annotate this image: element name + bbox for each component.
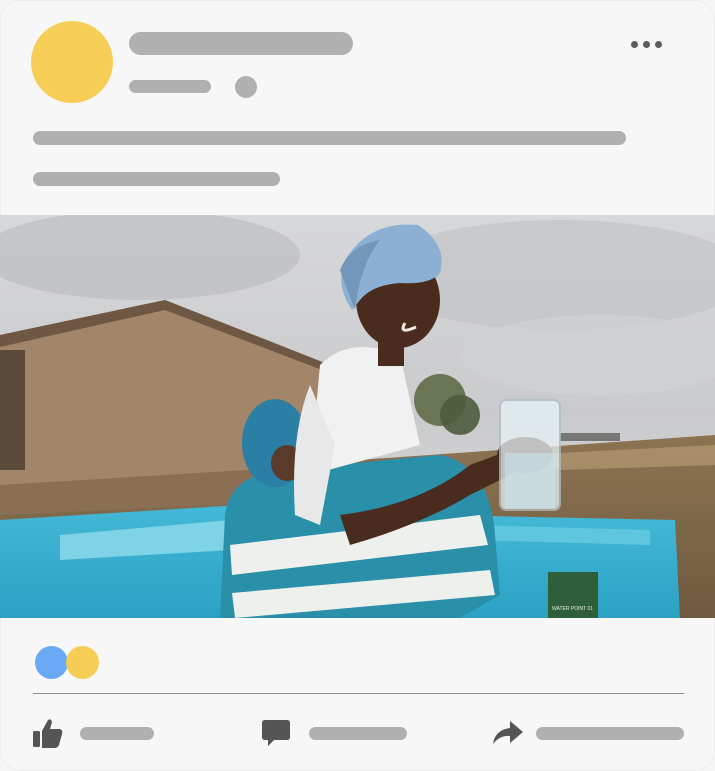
comment-label-placeholder (309, 726, 407, 740)
post-time-placeholder[interactable] (129, 80, 211, 93)
reaction-yellow-icon (66, 646, 99, 679)
like-label-placeholder (80, 726, 154, 740)
author-name-placeholder[interactable] (129, 32, 353, 55)
sign-text: WATER POINT 01 (552, 606, 593, 612)
social-post-card: WATER POINT 01 (0, 0, 715, 771)
like-button[interactable] (33, 713, 154, 753)
post-photo[interactable]: WATER POINT 01 (0, 215, 715, 618)
more-dot-icon (654, 40, 662, 48)
comment-button[interactable] (262, 713, 407, 753)
photo-illustration: WATER POINT 01 (0, 215, 715, 618)
reaction-blue-icon (35, 646, 68, 679)
author-avatar[interactable] (31, 21, 113, 103)
more-options-button[interactable] (622, 32, 670, 56)
reactions-summary[interactable] (35, 646, 105, 680)
more-dot-icon (630, 40, 638, 48)
privacy-icon (235, 76, 257, 98)
post-text-line-placeholder (33, 172, 280, 186)
actions-divider (33, 693, 684, 694)
share-label-placeholder (536, 726, 684, 740)
comment-icon (262, 720, 290, 746)
more-dot-icon (642, 40, 650, 48)
like-icon (33, 719, 63, 748)
post-text-line-placeholder (33, 131, 626, 145)
share-button[interactable] (492, 713, 684, 753)
share-icon (493, 721, 523, 744)
